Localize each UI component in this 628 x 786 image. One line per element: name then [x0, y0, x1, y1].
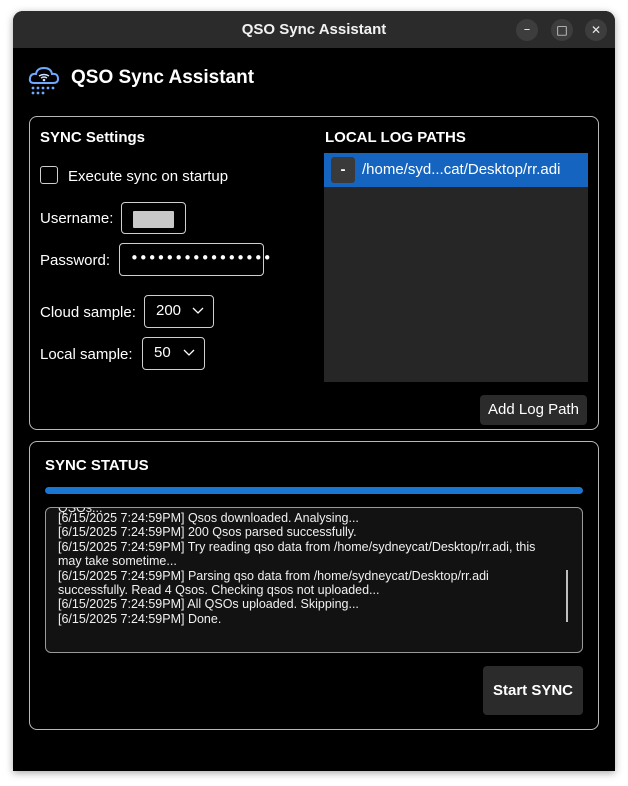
username-label: Username:: [40, 210, 114, 227]
log-line: [6/15/2025 7:24:59PM] Done.: [58, 611, 222, 626]
log-line: [6/15/2025 7:24:59PM] Qsos downloaded. A…: [58, 511, 359, 525]
sync-status-title: SYNC STATUS: [45, 457, 149, 474]
local-sample-select[interactable]: 50: [142, 337, 205, 370]
password-value: ••••••••••••••••: [130, 249, 272, 267]
log-paths-title: LOCAL LOG PATHS: [325, 129, 466, 146]
sync-log-lines: [6/15/2025 7:24:59PM] Qsos downloaded. A…: [58, 511, 558, 626]
log-paths-list[interactable]: - /home/syd...cat/Desktop/rr.adi: [324, 153, 588, 382]
log-line: [6/15/2025 7:24:59PM] Parsing qso data f…: [58, 568, 489, 598]
local-sample-value: 50: [154, 344, 171, 361]
remove-path-button[interactable]: -: [331, 157, 355, 183]
list-item[interactable]: - /home/syd...cat/Desktop/rr.adi: [324, 153, 588, 187]
start-sync-button[interactable]: Start SYNC: [483, 666, 583, 715]
app-window: QSO Sync Assistant – □ ✕ QSO Sync Assist…: [13, 11, 615, 771]
startup-checkbox[interactable]: [40, 166, 58, 184]
log-scrollbar[interactable]: [566, 570, 568, 622]
app-title: QSO Sync Assistant: [71, 67, 255, 88]
sync-progress-fill: [45, 487, 583, 494]
maximize-button[interactable]: □: [551, 19, 573, 41]
log-line: [6/15/2025 7:24:59PM] 200 Qsos parsed su…: [58, 525, 357, 540]
title-bar[interactable]: QSO Sync Assistant – □ ✕: [13, 11, 615, 48]
cloud-radio-icon: [28, 66, 60, 95]
startup-label: Execute sync on startup: [68, 168, 229, 185]
add-log-path-button[interactable]: Add Log Path: [480, 395, 587, 425]
username-field[interactable]: [121, 202, 186, 234]
username-value: [133, 211, 174, 228]
sync-log-box[interactable]: QSOs... [6/15/2025 7:24:59PM] Qsos downl…: [45, 507, 583, 653]
local-sample-label: Local sample:: [40, 346, 133, 363]
log-path-text: /home/syd...cat/Desktop/rr.adi: [362, 161, 561, 178]
close-button[interactable]: ✕: [585, 19, 607, 41]
cloud-sample-select[interactable]: 200: [144, 295, 214, 328]
log-line: [6/15/2025 7:24:59PM] All QSOs uploaded.…: [58, 597, 359, 612]
minimize-button[interactable]: –: [516, 19, 538, 41]
password-field[interactable]: ••••••••••••••••: [119, 243, 272, 276]
chevron-down-icon: [183, 349, 195, 356]
cloud-sample-value: 200: [156, 302, 182, 319]
log-line: [6/15/2025 7:24:59PM] Try reading qso da…: [58, 539, 536, 569]
chevron-down-icon: [192, 307, 204, 314]
cloud-sample-label: Cloud sample:: [40, 304, 136, 321]
sync-settings-title: SYNC Settings: [40, 129, 146, 146]
password-label: Password:: [40, 252, 111, 269]
sync-progress-bar: [45, 487, 583, 494]
